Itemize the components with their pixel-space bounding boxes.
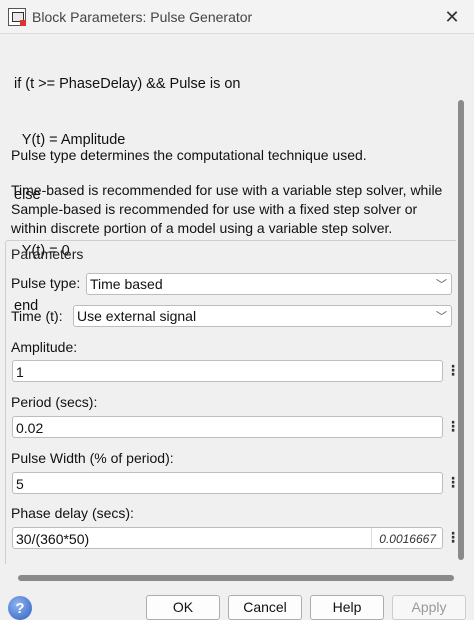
- period-value: 0.02: [16, 420, 44, 436]
- pulse-type-value: Time based: [90, 276, 163, 292]
- simulink-block-icon: [8, 8, 26, 26]
- period-label: Period (secs):: [11, 394, 98, 410]
- pseudocode-line: if (t >= PhaseDelay) && Pulse is on: [14, 76, 241, 92]
- cancel-button[interactable]: Cancel: [228, 595, 302, 620]
- amplitude-label: Amplitude:: [11, 339, 78, 355]
- description-paragraph-2: Time-based is recommended for use with a…: [11, 182, 443, 236]
- title-bar: Block Parameters: Pulse Generator ✕: [0, 0, 474, 34]
- dialog-content: if (t >= PhaseDelay) && Pulse is on Y(t)…: [0, 34, 456, 564]
- ok-button[interactable]: OK: [146, 595, 220, 620]
- pulse-width-field[interactable]: 5: [12, 472, 443, 494]
- time-select[interactable]: Use external signal ﹀: [73, 305, 452, 327]
- chevron-down-icon: ﹀: [436, 279, 447, 291]
- phase-delay-more-icon[interactable]: ⋮: [446, 527, 456, 549]
- pulse-width-more-icon[interactable]: ⋮: [446, 472, 456, 494]
- pulse-width-label: Pulse Width (% of period):: [11, 450, 174, 466]
- phase-delay-value: 30/(360*50): [16, 531, 90, 547]
- phase-delay-field[interactable]: 30/(360*50) 0.0016667: [12, 527, 443, 549]
- help-button[interactable]: Help: [310, 595, 384, 620]
- phase-delay-label: Phase delay (secs):: [11, 505, 134, 521]
- amplitude-field[interactable]: 1: [12, 360, 443, 382]
- time-label: Time (t):: [11, 308, 63, 324]
- pulse-type-label: Pulse type:: [11, 275, 81, 291]
- close-button[interactable]: ✕: [438, 4, 466, 30]
- parameters-legend: Parameters: [11, 246, 84, 262]
- apply-button[interactable]: Apply: [392, 595, 466, 620]
- time-value: Use external signal: [77, 308, 197, 324]
- help-icon[interactable]: ?: [8, 596, 32, 620]
- field-divider: [371, 528, 372, 548]
- window-title: Block Parameters: Pulse Generator: [32, 9, 253, 25]
- pulse-width-value: 5: [16, 476, 24, 492]
- amplitude-more-icon[interactable]: ⋮: [446, 360, 456, 382]
- period-more-icon[interactable]: ⋮: [446, 416, 456, 438]
- amplitude-value: 1: [16, 364, 24, 380]
- vertical-scrollbar-thumb[interactable]: [458, 100, 464, 560]
- phase-delay-evaluated: 0.0016667: [379, 532, 436, 546]
- horizontal-scrollbar-thumb[interactable]: [18, 575, 454, 581]
- pulse-type-select[interactable]: Time based ﹀: [86, 273, 452, 295]
- description-paragraph-1: Pulse type determines the computational …: [11, 147, 367, 163]
- period-field[interactable]: 0.02: [12, 416, 443, 438]
- chevron-down-icon: ﹀: [436, 311, 447, 323]
